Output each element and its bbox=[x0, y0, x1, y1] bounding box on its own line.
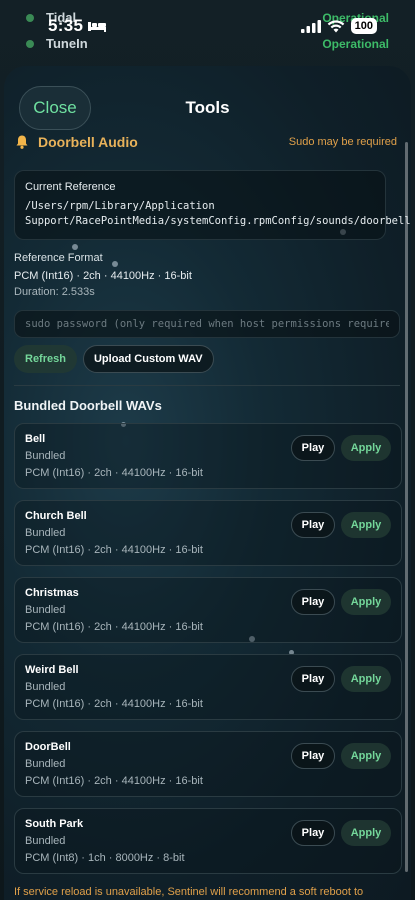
apply-button[interactable]: Apply bbox=[341, 666, 391, 692]
refresh-button[interactable]: Refresh bbox=[14, 345, 77, 373]
wav-format: PCM (Int16) · 2ch · 44100Hz · 16-bit bbox=[25, 698, 203, 710]
reference-format-value: PCM (Int16) · 2ch · 44100Hz · 16-bit bbox=[14, 270, 192, 282]
wav-card: Bell Bundled PCM (Int16) · 2ch · 44100Hz… bbox=[14, 423, 402, 489]
current-reference-box: Current Reference /Users/rpm/Library/App… bbox=[14, 170, 411, 240]
play-button[interactable]: Play bbox=[291, 666, 335, 692]
scrollbar[interactable] bbox=[405, 142, 408, 872]
reference-format-label: Reference Format bbox=[14, 252, 103, 264]
current-reference-path: /Users/rpm/Library/Application Support/R… bbox=[25, 200, 411, 227]
doorbell-section-header: Doorbell Audio Sudo may be required bbox=[14, 132, 397, 152]
wav-actions: Play Apply bbox=[291, 666, 391, 692]
bundled-wavs-title: Bundled Doorbell WAVs bbox=[14, 398, 162, 413]
wav-actions: Play Apply bbox=[291, 743, 391, 769]
cellular-signal-icon bbox=[300, 19, 321, 33]
wav-card: Weird Bell Bundled PCM (Int16) · 2ch · 4… bbox=[14, 654, 402, 720]
status-bar: 5:35 100 bbox=[0, 0, 415, 52]
apply-button[interactable]: Apply bbox=[341, 743, 391, 769]
status-indicators: 100 bbox=[300, 18, 377, 34]
wav-card: DoorBell Bundled PCM (Int16) · 2ch · 441… bbox=[14, 731, 402, 797]
wav-actions: Play Apply bbox=[291, 820, 391, 846]
wav-card: Christmas Bundled PCM (Int16) · 2ch · 44… bbox=[14, 577, 402, 643]
divider bbox=[14, 385, 400, 386]
sheet-content: Doorbell Audio Sudo may be required Curr… bbox=[14, 132, 411, 900]
wav-actions: Play Apply bbox=[291, 589, 391, 615]
current-reference-label: Current Reference bbox=[25, 181, 116, 193]
reference-actions: Refresh Upload Custom WAV bbox=[14, 345, 397, 373]
wav-actions: Play Apply bbox=[291, 435, 391, 461]
wav-format: PCM (Int16) · 2ch · 44100Hz · 16-bit bbox=[25, 775, 203, 787]
status-time-group: 5:35 bbox=[48, 16, 107, 36]
sudo-warning: Sudo may be required bbox=[288, 136, 397, 148]
apply-button[interactable]: Apply bbox=[341, 820, 391, 846]
play-button[interactable]: Play bbox=[291, 743, 335, 769]
bell-icon bbox=[16, 135, 28, 149]
upload-custom-wav-button[interactable]: Upload Custom WAV bbox=[82, 345, 214, 373]
battery-indicator: 100 bbox=[350, 18, 377, 34]
play-button[interactable]: Play bbox=[291, 820, 335, 846]
wav-card: South Park Bundled PCM (Int8) · 1ch · 80… bbox=[14, 808, 402, 874]
sudo-password-input[interactable] bbox=[14, 310, 400, 338]
play-button[interactable]: Play bbox=[291, 435, 335, 461]
sheet-title: Tools bbox=[185, 98, 230, 117]
apply-button[interactable]: Apply bbox=[341, 589, 391, 615]
wav-format: PCM (Int16) · 2ch · 44100Hz · 16-bit bbox=[25, 544, 203, 556]
status-time: 5:35 bbox=[48, 16, 84, 35]
tools-sheet: Close Tools Doorbell Audio Sudo may be r… bbox=[4, 66, 411, 900]
bed-icon bbox=[88, 22, 107, 32]
wav-format: PCM (Int16) · 2ch · 44100Hz · 16-bit bbox=[25, 621, 203, 633]
wav-card: Church Bell Bundled PCM (Int16) · 2ch · … bbox=[14, 500, 402, 566]
wav-format: PCM (Int8) · 1ch · 8000Hz · 8-bit bbox=[25, 852, 185, 864]
bundled-wav-list: Bell Bundled PCM (Int16) · 2ch · 44100Hz… bbox=[14, 423, 402, 874]
play-button[interactable]: Play bbox=[291, 512, 335, 538]
wav-actions: Play Apply bbox=[291, 512, 391, 538]
apply-button[interactable]: Apply bbox=[341, 512, 391, 538]
wifi-icon bbox=[327, 19, 344, 32]
reference-duration: Duration: 2.533s bbox=[14, 286, 95, 298]
wav-format: PCM (Int16) · 2ch · 44100Hz · 16-bit bbox=[25, 467, 203, 479]
soft-reboot-note: If service reload is unavailable, Sentin… bbox=[14, 886, 364, 898]
section-title: Doorbell Audio bbox=[38, 134, 138, 150]
apply-button[interactable]: Apply bbox=[341, 435, 391, 461]
play-button[interactable]: Play bbox=[291, 589, 335, 615]
